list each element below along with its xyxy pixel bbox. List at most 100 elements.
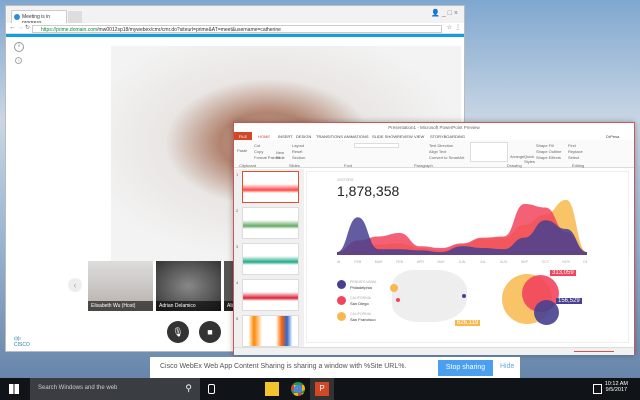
new-tab-button[interactable] — [68, 11, 82, 23]
quick-styles-button[interactable]: Quick Styles — [524, 154, 535, 164]
notification-message: Cisco WebEx Web App Content Sharing is s… — [160, 363, 407, 370]
file-explorer-icon[interactable] — [265, 382, 279, 396]
participant-thumb[interactable]: Elisabeth Wu (Host) — [88, 261, 153, 311]
x-tick-label: MAR — [375, 260, 383, 264]
font-family-select[interactable] — [354, 143, 399, 148]
help-icon[interactable]: ? — [15, 57, 22, 64]
slide-thumb-4[interactable]: 4 — [236, 279, 299, 311]
paste-button[interactable]: Paste — [237, 148, 247, 153]
notifications-icon[interactable] — [593, 384, 602, 394]
layout-button[interactable]: Layout — [292, 143, 304, 148]
x-tick-label: APR — [417, 260, 425, 264]
tab-insert[interactable]: INSERT — [278, 134, 293, 139]
tab-transitions[interactable]: TRANSITIONS — [316, 134, 343, 139]
powerpoint-taskbar-button[interactable]: P — [310, 378, 334, 400]
address-bar-row: ← → ↻ https://prime.domain.com/mw0012sp1… — [6, 23, 464, 34]
select-button[interactable]: Select — [568, 155, 579, 160]
hide-button[interactable]: Hide — [500, 363, 514, 370]
chrome-icon[interactable] — [291, 382, 305, 396]
data-label: 626,119 — [455, 320, 481, 326]
tab-animations[interactable]: ANIMATIONS — [344, 134, 369, 139]
text-direction-button[interactable]: Text Direction — [429, 143, 453, 148]
x-tick-label: AUG — [500, 260, 508, 264]
task-view-icon[interactable] — [208, 384, 215, 394]
new-slide-button[interactable]: New Slide — [276, 150, 288, 160]
legend-swatch — [337, 296, 346, 305]
star-icon[interactable]: ☆ — [447, 24, 452, 31]
shapes-gallery[interactable] — [470, 142, 508, 162]
taskbar-search[interactable]: Search Windows and the web ⚲ — [30, 378, 200, 400]
clock[interactable]: 10:12 AM 9/5/2017 — [605, 381, 628, 393]
mute-button[interactable]: 🎙 — [167, 321, 189, 343]
shape-outline-button[interactable]: Shape Outline — [536, 149, 561, 154]
group-label: Editing — [572, 163, 585, 168]
webex-header-bar — [6, 34, 464, 37]
map-marker — [396, 298, 400, 302]
tab-home[interactable]: HOME — [258, 134, 270, 139]
x-tick-label: SEP — [521, 260, 529, 264]
tab-storyboarding[interactable]: STORYBOARDING — [430, 134, 465, 139]
slide-thumb-1[interactable]: 1 — [236, 171, 299, 203]
url-input[interactable]: https://prime.domain.com/mw0012sp18/mywe… — [32, 25, 442, 33]
x-tick-label: MAY — [438, 260, 446, 264]
align-text-button[interactable]: Align Text — [429, 149, 446, 154]
legend-state: CALIFORNIA — [350, 312, 372, 316]
search-placeholder: Search Windows and the web — [38, 385, 118, 391]
copy-button[interactable]: Copy — [254, 149, 263, 154]
shape-effects-button[interactable]: Shape Effects — [536, 155, 561, 160]
slide-thumb-5[interactable]: 5 — [236, 315, 299, 347]
ribbon: Paste Cut Copy Format Painter New Slide … — [234, 140, 634, 168]
group-label: Paragraph — [414, 163, 433, 168]
tab-view[interactable]: VIEW — [414, 134, 424, 139]
replace-button[interactable]: Replace — [568, 149, 583, 154]
stop-sharing-button[interactable]: Stop sharing — [438, 360, 493, 376]
chart-label: VISITORS — [337, 178, 354, 182]
slide-thumbnails: 1 2 3 4 5 — [234, 169, 304, 347]
reset-button[interactable]: Reset — [292, 149, 302, 154]
area-series-2 — [337, 217, 587, 255]
reload-icon[interactable]: ↻ — [25, 24, 30, 31]
user-account[interactable]: DrPesa — [606, 134, 619, 139]
find-button[interactable]: Find — [568, 143, 576, 148]
legend-swatch — [337, 312, 346, 321]
windows-start-icon[interactable] — [9, 384, 19, 394]
webex-icon — [14, 14, 20, 20]
menu-icon[interactable]: ⋮ — [455, 24, 461, 31]
ribbon-tabs: FILE HOME INSERT DESIGN TRANSITIONS ANIM… — [234, 132, 634, 140]
info-icon[interactable]: i — [14, 42, 24, 52]
forward-icon[interactable]: → — [17, 24, 24, 31]
x-tick-label: NOV — [562, 260, 570, 264]
map-marker — [462, 294, 466, 298]
video-button[interactable]: ■ — [199, 321, 221, 343]
shape-fill-button[interactable]: Shape Fill — [536, 143, 554, 148]
tab-file[interactable]: FILE — [234, 132, 252, 140]
x-tick-label: DEC — [583, 260, 587, 264]
prev-participants-button[interactable]: ‹ — [68, 278, 82, 292]
tab-slideshow[interactable]: SLIDE SHOW — [372, 134, 397, 139]
x-tick-label: JAN — [337, 260, 341, 264]
window-controls[interactable]: 👤 _ □ × — [431, 9, 458, 17]
arrange-button[interactable]: Arrange — [510, 154, 524, 159]
tab-meeting[interactable]: Meeting is in progress... — [11, 10, 67, 26]
zoom-slider[interactable] — [574, 351, 614, 352]
participant-name: Elisabeth Wu (Host) — [88, 301, 153, 311]
group-label: Clipboard — [239, 163, 257, 168]
powerpoint-icon: P — [315, 382, 329, 396]
slide-thumb-2[interactable]: 2 — [236, 207, 299, 239]
slide-thumb-3[interactable]: 3 — [236, 243, 299, 275]
group-label: Slides — [289, 163, 300, 168]
tab-review[interactable]: REVIEW — [397, 134, 413, 139]
tab-design[interactable]: DESIGN — [296, 134, 311, 139]
taskbar: Search Windows and the web ⚲ P 10:12 AM 9/… — [0, 378, 640, 400]
status-bar — [234, 347, 634, 355]
x-tick-label: FEB — [354, 260, 361, 264]
cut-button[interactable]: Cut — [254, 143, 260, 148]
section-button[interactable]: Section — [292, 155, 305, 160]
legend-state: CALIFORNIA — [350, 296, 372, 300]
legend-city: San Francisco — [350, 317, 376, 322]
cisco-logo: ı|ı|ı CISCO — [14, 336, 30, 348]
participant-thumb[interactable]: Adrian Delamico — [156, 261, 221, 311]
smartart-button[interactable]: Convert to SmartArt — [429, 155, 464, 160]
back-icon[interactable]: ← — [9, 24, 16, 31]
slide-canvas[interactable]: VISITORS 1,878,358 JANFEBMARFEBAPRMAYJUN… — [306, 171, 629, 343]
